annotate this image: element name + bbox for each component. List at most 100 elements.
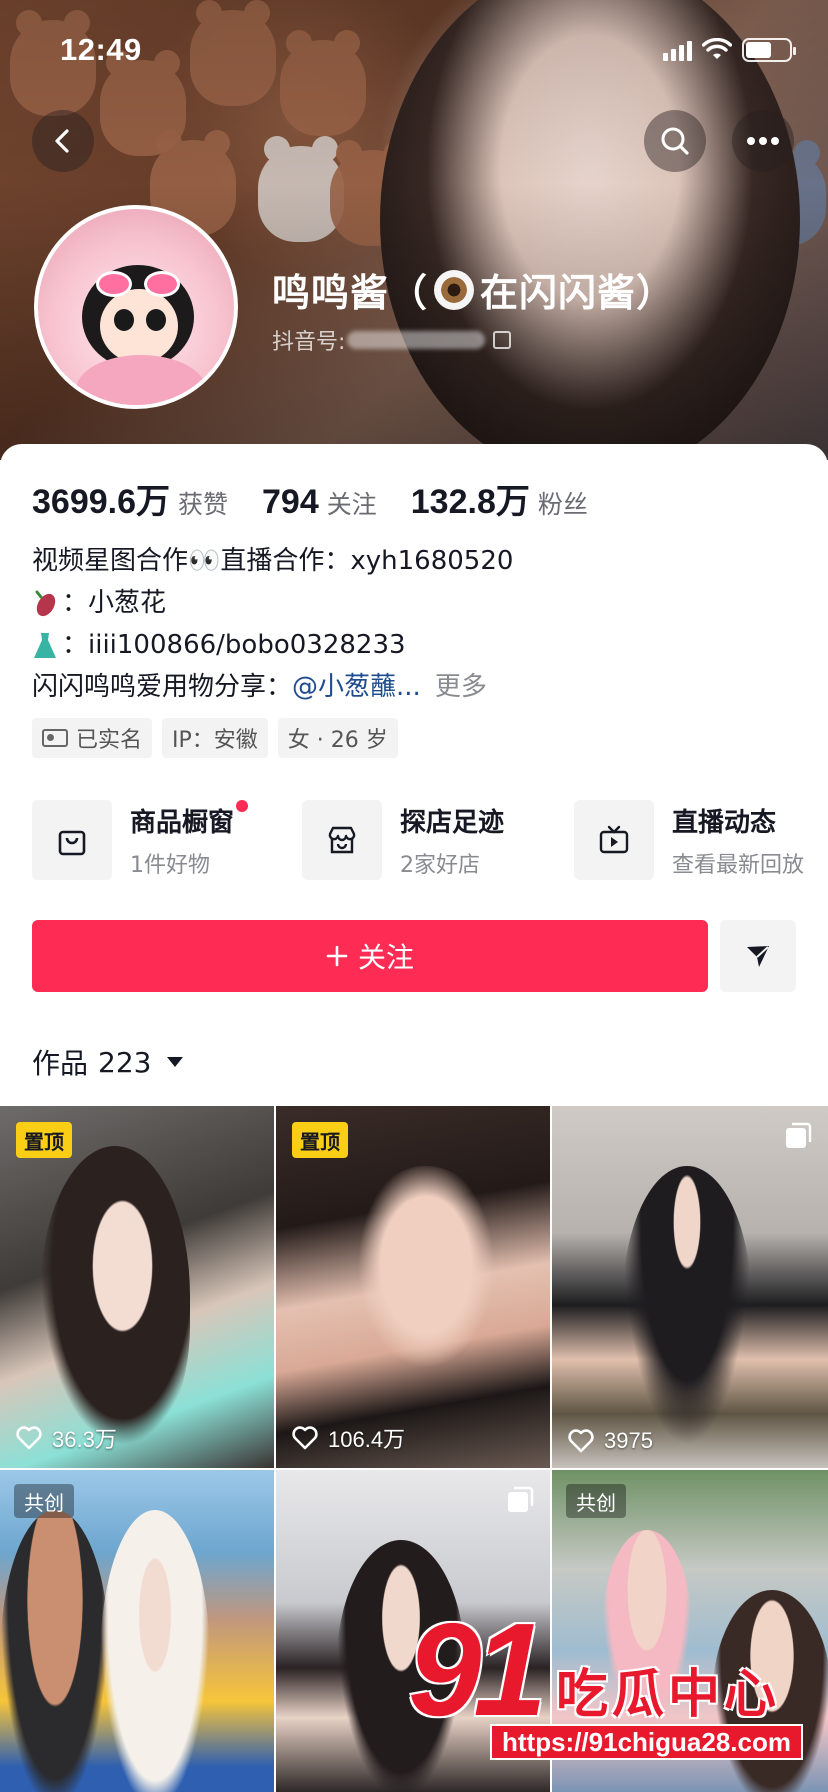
profile-bio[interactable]: 视频星图合作👀直播合作：xyh1680520 ：小葱花 ：iiii100866/…	[32, 540, 513, 708]
bio-line-text: ：iiii100866/bobo0328233	[62, 630, 406, 660]
status-bar: 12:49	[0, 30, 828, 70]
profile-tags: 已实名 IP：安徽 女 · 26 岁	[32, 718, 398, 758]
feature-icon-box	[32, 800, 112, 880]
sweet-potato-icon	[35, 590, 56, 617]
watermark-number: 91	[408, 1596, 547, 1743]
status-icons	[663, 38, 796, 62]
feature-subtitle: 1件好物	[130, 852, 210, 878]
feature-icon-box	[302, 800, 382, 880]
video-thumbnail[interactable]: 3975	[552, 1106, 828, 1468]
thumbnail-subject	[346, 1166, 506, 1386]
bio-line-text: 闪闪鸣鸣爱用物分享：	[32, 672, 293, 702]
store-icon	[328, 826, 356, 854]
feature-subtitle: 2家好店	[400, 852, 480, 878]
feature-text: 直播动态 查看最新回放	[672, 802, 804, 879]
tv-icon	[599, 825, 629, 854]
video-likes: 3975	[568, 1428, 653, 1454]
feature-shop-window[interactable]: 商品橱窗 1件好物	[32, 799, 249, 880]
copy-icon[interactable]	[493, 331, 512, 349]
co-create-badge: 共创	[14, 1484, 74, 1518]
video-likes-count: 36.3万	[52, 1427, 117, 1452]
bio-more-link[interactable]: 更多	[435, 666, 487, 708]
works-tab-label: 作品	[32, 1047, 89, 1080]
feature-text: 探店足迹 2家好店	[400, 802, 504, 879]
feature-icon-box	[574, 800, 654, 880]
feature-store-visits[interactable]: 探店足迹 2家好店	[302, 800, 504, 880]
stat-followers[interactable]: 132.8万 粉丝	[411, 474, 588, 523]
feature-live-updates[interactable]: 直播动态 查看最新回放	[574, 800, 804, 880]
bio-line: ：iiii100866/bobo0328233	[32, 624, 513, 666]
douyin-id[interactable]: 抖音号:	[272, 324, 512, 356]
tag-gender-age: 女 · 26 岁	[277, 718, 398, 758]
pinned-badge: 置顶	[292, 1122, 348, 1158]
eye-emoji-icon	[434, 269, 475, 310]
profile-stats: 3699.6万 获赞 794 关注 132.8万 粉丝	[32, 474, 588, 523]
avatar-body	[76, 355, 206, 405]
notification-dot	[236, 799, 249, 812]
caret-down-icon	[167, 1057, 184, 1067]
tag-label: 已实名	[76, 728, 143, 753]
avatar[interactable]	[34, 205, 238, 409]
video-likes-count: 3975	[604, 1428, 653, 1453]
more-options-button[interactable]	[732, 110, 794, 172]
bio-line: ：小葱花	[32, 582, 513, 624]
video-thumbnail[interactable]: 置顶 36.3万	[0, 1106, 274, 1468]
follow-button[interactable]: 关注	[32, 920, 708, 992]
stat-likes-label: 获赞	[178, 490, 229, 519]
heart-icon	[568, 1429, 594, 1453]
stat-followers-value: 132.8万	[410, 483, 530, 521]
tag-label: IP：安徽	[172, 728, 258, 753]
video-thumbnail[interactable]: 置顶 106.4万	[276, 1106, 550, 1468]
stat-following[interactable]: 794 关注	[262, 483, 377, 522]
douyin-id-value-blurred	[347, 331, 486, 349]
battery-icon	[742, 38, 796, 62]
bio-line-text: 视频星图合作👀直播合作：xyh1680520	[32, 546, 514, 576]
shopping-bag-icon	[58, 830, 86, 856]
stat-following-label: 关注	[326, 490, 377, 519]
video-likes: 106.4万	[292, 1422, 405, 1454]
works-tab[interactable]: 作品 223	[32, 1042, 184, 1082]
avatar-eye	[114, 309, 134, 331]
bio-line-text: ：小葱花	[62, 588, 167, 618]
feature-text: 商品橱窗 1件好物	[130, 799, 249, 879]
status-time: 12:49	[60, 32, 142, 67]
feature-title: 直播动态	[672, 807, 777, 838]
stat-following-value: 794	[262, 483, 319, 521]
thumbnail-subject	[622, 1166, 752, 1446]
nickname-prefix: 鸣鸣酱（	[272, 271, 429, 315]
tag-label: 女 · 26 岁	[287, 728, 388, 753]
feature-title-text: 商品橱窗	[130, 807, 235, 838]
image-gallery-icon	[508, 1486, 534, 1512]
more-dots-icon	[747, 137, 779, 145]
back-button[interactable]	[32, 110, 94, 172]
search-button[interactable]	[644, 110, 706, 172]
plus-icon	[326, 945, 348, 967]
co-create-badge: 共创	[566, 1484, 626, 1518]
cellular-signal-icon	[663, 39, 692, 61]
watermark-url: https://91chigua28.com	[490, 1724, 803, 1760]
feature-title: 探店足迹	[400, 807, 505, 838]
heart-icon	[292, 1426, 318, 1450]
feature-subtitle: 查看最新回放	[672, 852, 805, 878]
thumbnail-subject	[40, 1146, 190, 1446]
dress-icon	[34, 633, 56, 658]
nickname-suffix: 在闪闪酱）	[480, 271, 676, 315]
id-card-icon	[42, 729, 68, 747]
bio-line: 闪闪鸣鸣爱用物分享： @小葱蘸... 更多	[32, 666, 513, 708]
site-watermark: 91 吃瓜中心 https://91chigua28.com	[408, 1596, 808, 1760]
stat-likes[interactable]: 3699.6万 获赞	[32, 474, 228, 523]
profile-feature-entries: 商品橱窗 1件好物 探店足迹 2家好店 直播动态 查看最新回放	[32, 799, 822, 884]
wifi-icon	[702, 38, 732, 59]
tag-verified[interactable]: 已实名	[32, 718, 153, 758]
stat-followers-label: 粉丝	[537, 490, 588, 519]
send-message-button[interactable]	[720, 920, 796, 992]
feature-title: 商品橱窗	[130, 799, 249, 839]
avatar-heart-glasses	[96, 271, 132, 297]
video-thumbnail[interactable]: 共创	[0, 1470, 274, 1792]
pinned-badge: 置顶	[16, 1122, 72, 1158]
follow-button-label: 关注	[357, 941, 414, 974]
bio-mention-link[interactable]: @小葱蘸...	[292, 666, 421, 708]
avatar-heart-glasses	[144, 271, 180, 297]
douyin-id-label: 抖音号:	[272, 330, 346, 355]
tag-ip-location: IP：安徽	[162, 718, 268, 758]
